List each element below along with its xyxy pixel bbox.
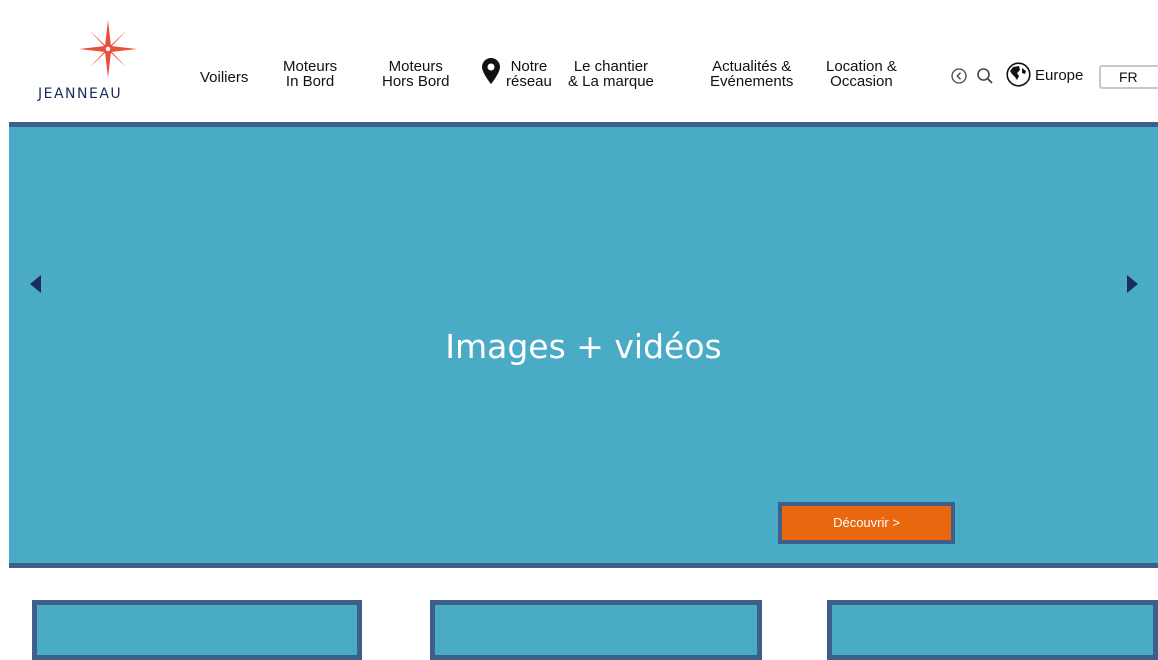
left-circle-icon[interactable] <box>951 68 967 84</box>
map-pin-icon <box>482 58 500 84</box>
nav-location[interactable]: Location & Occasion <box>826 59 897 89</box>
nav-label-line1: Moteurs <box>388 58 443 75</box>
feature-card[interactable] <box>430 600 762 660</box>
language-select[interactable]: FR <box>1099 65 1158 89</box>
nav-actualites[interactable]: Actualités & Evénements <box>710 59 793 89</box>
nav-label-line1: Le chantier <box>573 58 649 75</box>
nav-label-line1: Location & <box>826 58 897 75</box>
nav-label-line2: Occasion <box>830 73 893 90</box>
hero-banner: Images + vidéos <box>9 127 1158 563</box>
nav-label-line2: & La marque <box>568 73 654 90</box>
feature-card[interactable] <box>827 600 1158 660</box>
region-label[interactable]: Europe <box>1035 67 1083 84</box>
nav-label-line2: Hors Bord <box>382 73 450 90</box>
jeanneau-logo[interactable]: JEANNEAU <box>38 20 178 106</box>
arrow-left-icon[interactable] <box>30 275 42 293</box>
logo-wordmark: JEANNEAU <box>38 86 123 102</box>
discover-button[interactable]: Découvrir > <box>778 502 955 544</box>
hero-divider <box>9 563 1158 568</box>
nav-label-line1: Notre <box>510 58 548 75</box>
feature-card[interactable] <box>32 600 362 660</box>
hero-title: Images + vidéos <box>445 327 722 366</box>
nav-label-line2: In Bord <box>285 73 335 90</box>
nav-label-line1: Moteurs <box>283 58 338 75</box>
compass-star-icon <box>79 20 137 78</box>
nav-chantier[interactable]: Le chantier & La marque <box>568 59 654 89</box>
arrow-right-icon[interactable] <box>1127 275 1139 293</box>
globe-icon[interactable] <box>1006 62 1031 87</box>
nav-moteurs-hors-bord[interactable]: Moteurs Hors Bord <box>382 59 450 89</box>
nav-label-line2: Evénements <box>710 73 794 90</box>
nav-voiliers-label: Voiliers <box>200 69 249 86</box>
search-icon[interactable] <box>976 67 994 85</box>
site-header: JEANNEAU Voiliers Moteurs In Bord Moteur… <box>0 0 1158 122</box>
nav-reseau[interactable]: Notre réseau <box>506 59 552 89</box>
nav-label-line1: Actualités & <box>712 58 792 75</box>
nav-voiliers[interactable]: Voiliers <box>200 70 248 85</box>
nav-label-line2: réseau <box>506 73 552 90</box>
nav-moteurs-in-bord[interactable]: Moteurs In Bord <box>283 59 337 89</box>
